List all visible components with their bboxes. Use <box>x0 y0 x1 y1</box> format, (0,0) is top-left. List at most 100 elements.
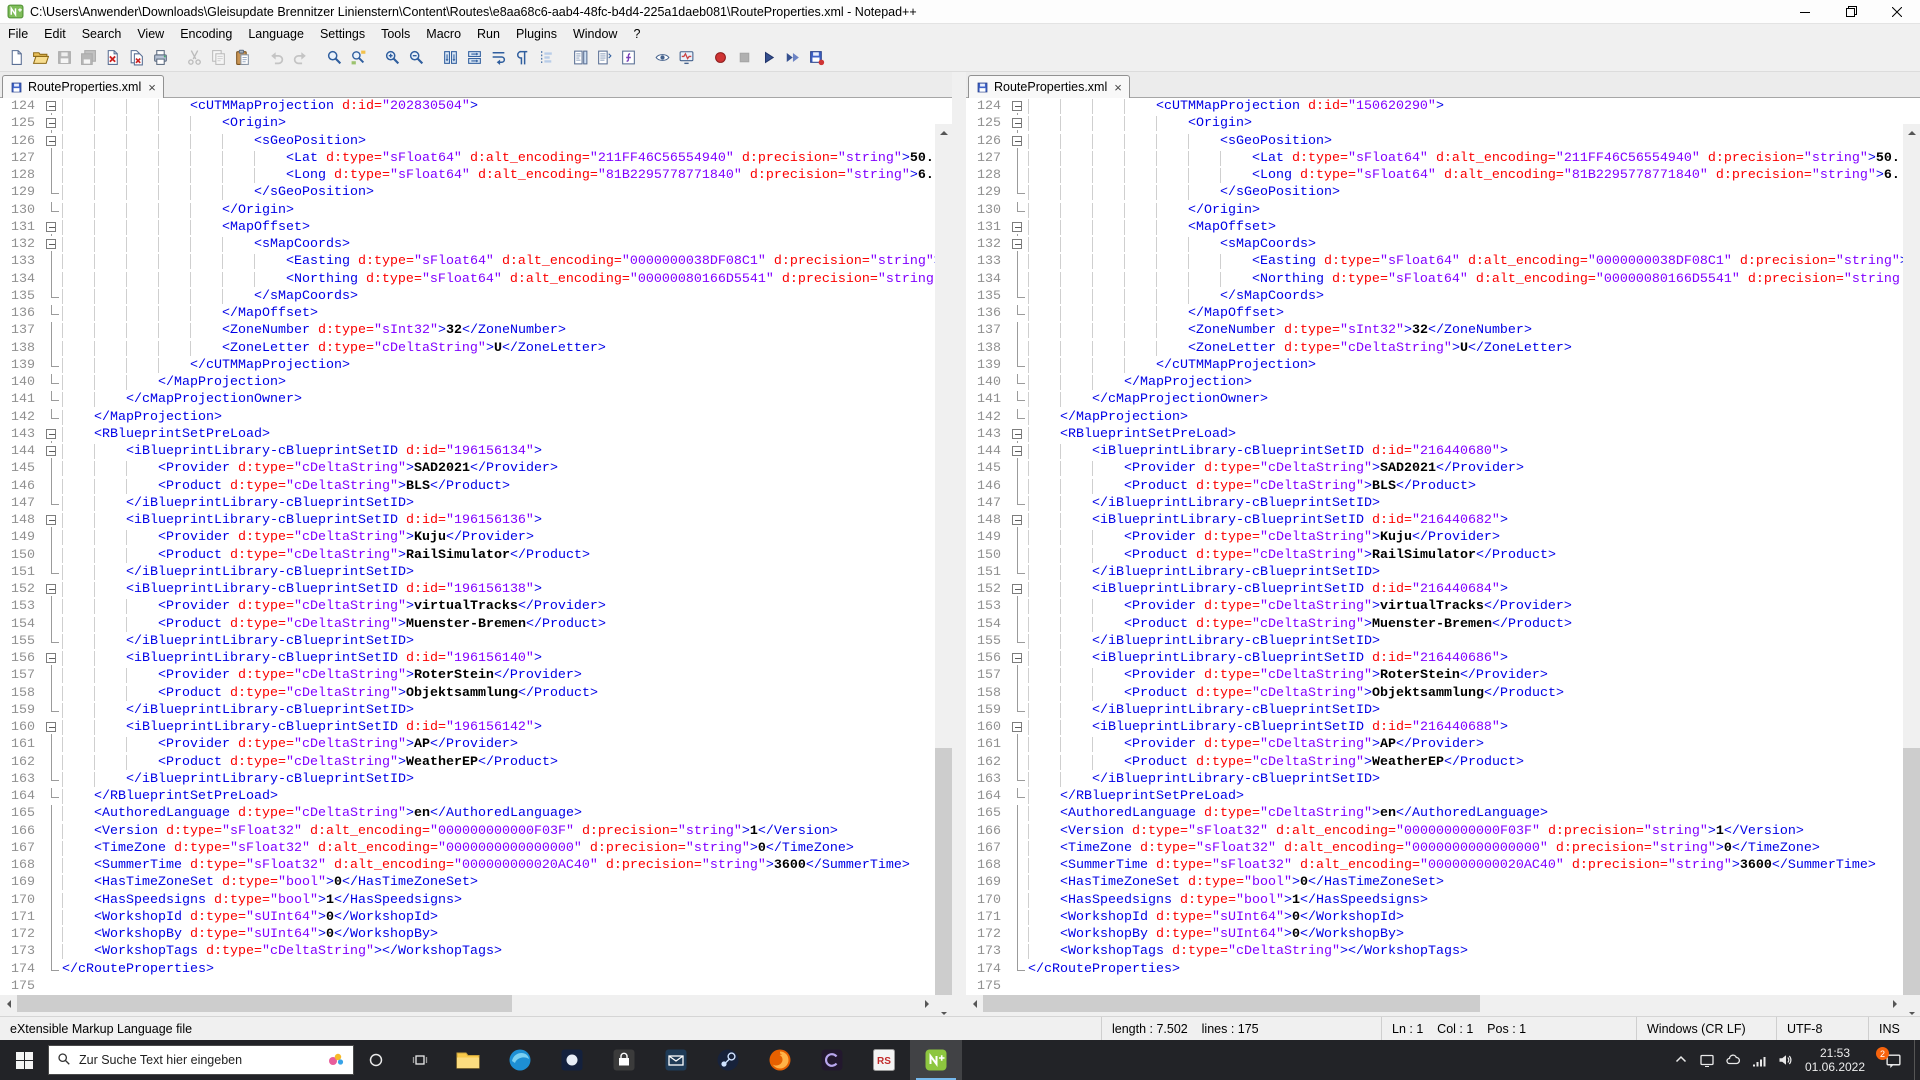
fold-collapse-box[interactable] <box>1010 115 1026 133</box>
code-line[interactable]: 141 </cMapProjectionOwner> <box>966 391 1903 408</box>
taskbar-steam-icon[interactable] <box>702 1040 754 1080</box>
code-line[interactable]: 166 <Version d:type="sFloat32" d:alt_enc… <box>966 822 1903 840</box>
code-line[interactable]: 131 <MapOffset> <box>0 219 935 236</box>
code-line[interactable]: 139 </cUTMMapProjection> <box>0 356 935 374</box>
code-line[interactable]: 168 <SummerTime d:type="sFloat32" d:alt_… <box>966 857 1903 875</box>
code-line[interactable]: 165 <AuthoredLanguage d:type="cDeltaStri… <box>966 805 1903 823</box>
code-line[interactable]: 173 <WorkshopTags d:type="cDeltaString">… <box>966 943 1903 961</box>
replace-button[interactable] <box>346 46 370 70</box>
code-line[interactable]: 175 <box>0 978 935 995</box>
code-line[interactable]: 138 <ZoneLetter d:type="cDeltaString">U<… <box>966 339 1903 357</box>
fold-collapse-box[interactable] <box>1010 719 1026 737</box>
code-line[interactable]: 162 <Product d:type="cDeltaString">Weath… <box>966 753 1903 771</box>
code-line[interactable]: 127 <Lat d:type="sFloat64" d:alt_encodin… <box>966 149 1903 167</box>
code-line[interactable]: 163 </iBlueprintLibrary-cBlueprintSetID> <box>966 770 1903 788</box>
code-line[interactable]: 167 <TimeZone d:type="sFloat32" d:alt_en… <box>0 839 935 857</box>
code-line[interactable]: 170 <HasSpeedsigns d:type="bool">1</HasS… <box>0 891 935 909</box>
fold-collapse-box[interactable] <box>1010 581 1026 599</box>
fold-collapse-box[interactable] <box>44 719 60 737</box>
cortana-button[interactable] <box>354 1040 398 1080</box>
fold-collapse-box[interactable] <box>1010 133 1026 150</box>
close-button[interactable] <box>1874 0 1920 23</box>
code-line[interactable]: 137 <ZoneNumber d:type="sInt32">32</Zone… <box>966 322 1903 340</box>
scroll-thumb[interactable] <box>1903 748 1920 1004</box>
code-line[interactable]: 125 <Origin> <box>0 115 935 133</box>
fold-collapse-box[interactable] <box>1010 236 1026 254</box>
code-line[interactable]: 173 <WorkshopTags d:type="cDeltaString">… <box>0 943 935 961</box>
close-button[interactable] <box>100 46 124 70</box>
taskbar-store-icon[interactable] <box>598 1040 650 1080</box>
code-line[interactable]: 157 <Provider d:type="cDeltaString">Rote… <box>0 667 935 685</box>
fold-collapse-box[interactable] <box>44 443 60 461</box>
code-line[interactable]: 172 <WorkshopBy d:type="sUInt64">0</Work… <box>0 926 935 944</box>
code-line[interactable]: 133 <Easting d:type="sFloat64" d:alt_enc… <box>966 253 1903 271</box>
code-line[interactable]: 124 <cUTMMapProjection d:id="150620290"> <box>966 98 1903 116</box>
minimize-button[interactable] <box>1782 0 1828 23</box>
tab-routeproperties-left[interactable]: RouteProperties.xml × <box>2 75 164 98</box>
code-line[interactable]: 128 <Long d:type="sFloat64" d:alt_encodi… <box>0 167 935 185</box>
sync-vertical-button[interactable] <box>438 46 462 70</box>
code-line[interactable]: 166 <Version d:type="sFloat32" d:alt_enc… <box>0 822 935 840</box>
code-line[interactable]: 147 </iBlueprintLibrary-cBlueprintSetID> <box>966 494 1903 512</box>
fold-collapse-box[interactable] <box>1010 426 1026 443</box>
scroll-left-arrow[interactable] <box>0 995 17 1012</box>
menu-file[interactable]: File <box>0 25 36 43</box>
code-line[interactable]: 164 </RBlueprintSetPreLoad> <box>966 788 1903 805</box>
print-button[interactable] <box>148 46 172 70</box>
code-line[interactable]: 146 <Product d:type="cDeltaString">BLS</… <box>0 477 935 495</box>
fold-collapse-box[interactable] <box>44 581 60 599</box>
taskbar-search-input[interactable]: Zur Suche Text hier eingeben <box>48 1045 354 1075</box>
fold-collapse-box[interactable] <box>44 98 60 116</box>
code-line[interactable]: 131 <MapOffset> <box>966 219 1903 236</box>
code-line[interactable]: 126 <sGeoPosition> <box>0 133 935 150</box>
code-line[interactable]: 129 </sGeoPosition> <box>966 184 1903 201</box>
code-line[interactable]: 152 <iBlueprintLibrary-cBlueprintSetID d… <box>966 581 1903 599</box>
code-line[interactable]: 162 <Product d:type="cDeltaString">Weath… <box>0 753 935 771</box>
status-insert-mode[interactable]: INS <box>1868 1017 1920 1040</box>
pane-splitter[interactable] <box>952 72 966 1012</box>
code-line[interactable]: 130 </Origin> <box>966 201 1903 219</box>
horizontal-scrollbar-left[interactable] <box>0 995 935 1012</box>
vertical-scrollbar-left[interactable] <box>935 124 952 1021</box>
code-line[interactable]: 143 <RBlueprintSetPreLoad> <box>966 426 1903 443</box>
code-line[interactable]: 154 <Product d:type="cDeltaString">Muens… <box>0 615 935 633</box>
fold-collapse-box[interactable] <box>44 115 60 133</box>
code-line[interactable]: 138 <ZoneLetter d:type="cDeltaString">U<… <box>0 339 935 357</box>
scroll-up-arrow[interactable] <box>1903 124 1920 141</box>
code-line[interactable]: 145 <Provider d:type="cDeltaString">SAD2… <box>966 460 1903 478</box>
code-line[interactable]: 130 </Origin> <box>0 201 935 219</box>
code-line[interactable]: 153 <Provider d:type="cDeltaString">virt… <box>966 598 1903 616</box>
macro-save-button[interactable] <box>804 46 828 70</box>
code-line[interactable]: 136 </MapOffset> <box>0 305 935 322</box>
restore-button[interactable] <box>1828 0 1874 23</box>
code-line[interactable]: 152 <iBlueprintLibrary-cBlueprintSetID d… <box>0 581 935 599</box>
code-line[interactable]: 124 <cUTMMapProjection d:id="202830504"> <box>0 98 935 116</box>
code-line[interactable]: 164 </RBlueprintSetPreLoad> <box>0 788 935 805</box>
taskbar-photos-icon[interactable] <box>546 1040 598 1080</box>
tab-routeproperties-right[interactable]: RouteProperties.xml × <box>968 75 1130 98</box>
tray-network-icon[interactable] <box>1746 1040 1772 1080</box>
code-line[interactable]: 157 <Provider d:type="cDeltaString">Rote… <box>966 667 1903 685</box>
code-line[interactable]: 137 <ZoneNumber d:type="sInt32">32</Zone… <box>0 322 935 340</box>
code-line[interactable]: 140 </MapProjection> <box>966 374 1903 391</box>
taskbar-edge-icon[interactable] <box>494 1040 546 1080</box>
macro-record-button[interactable] <box>708 46 732 70</box>
fold-collapse-box[interactable] <box>1010 443 1026 461</box>
code-line[interactable]: 174 </cRouteProperties> <box>966 960 1903 978</box>
code-line[interactable]: 158 <Product d:type="cDeltaString">Objek… <box>0 684 935 702</box>
view-browser-button[interactable] <box>650 46 674 70</box>
fold-collapse-box[interactable] <box>1010 98 1026 116</box>
tab-close-icon[interactable]: × <box>146 81 156 94</box>
taskbar-clock[interactable]: 21:53 01.06.2022 <box>1798 1046 1872 1074</box>
code-line[interactable]: 171 <WorkshopId d:type="sUInt64">0</Work… <box>0 908 935 926</box>
code-line[interactable]: 136 </MapOffset> <box>966 305 1903 322</box>
show-all-chars-button[interactable] <box>510 46 534 70</box>
code-line[interactable]: 148 <iBlueprintLibrary-cBlueprintSetID d… <box>0 512 935 530</box>
code-line[interactable]: 156 <iBlueprintLibrary-cBlueprintSetID d… <box>0 650 935 668</box>
fold-collapse-box[interactable] <box>44 133 60 150</box>
code-line[interactable]: 151 </iBlueprintLibrary-cBlueprintSetID> <box>966 563 1903 581</box>
menu-tools[interactable]: Tools <box>373 25 418 43</box>
sync-horizontal-button[interactable] <box>462 46 486 70</box>
fold-collapse-box[interactable] <box>1010 219 1026 236</box>
code-line[interactable]: 171 <WorkshopId d:type="sUInt64">0</Work… <box>966 908 1903 926</box>
